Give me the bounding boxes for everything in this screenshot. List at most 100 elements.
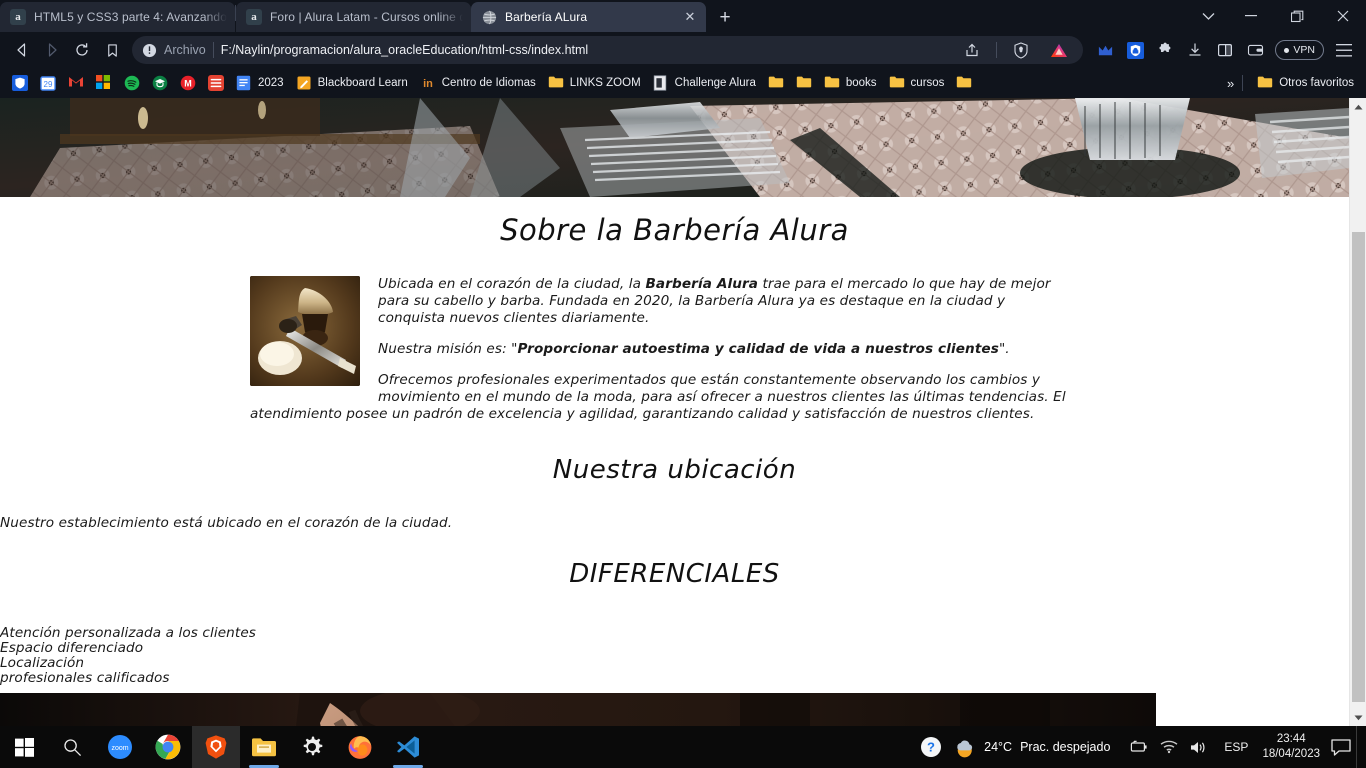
bookmark-centro-de-idiomas[interactable]: in Centro de Idiomas xyxy=(414,72,542,94)
new-tab-button[interactable]: + xyxy=(710,4,740,32)
malwarebytes-icon[interactable] xyxy=(1091,36,1119,64)
hamburger-menu-icon[interactable] xyxy=(1330,36,1358,64)
bookmark-label: 2023 xyxy=(258,77,284,89)
show-desktop-button[interactable] xyxy=(1356,726,1362,768)
page-scrollbar[interactable] xyxy=(1349,98,1366,726)
tab-foro-alura[interactable]: a Foro | Alura Latam - Cursos online de … xyxy=(236,2,471,32)
wallet-icon[interactable] xyxy=(1241,36,1269,64)
taskbar-vscode[interactable] xyxy=(384,726,432,768)
browser-window: a HTML5 y CSS3 parte 4: Avanzando en C a… xyxy=(0,0,1366,726)
globe-icon xyxy=(481,9,497,25)
bitwarden-icon[interactable] xyxy=(1121,36,1149,64)
taskbar-brave[interactable] xyxy=(192,726,240,768)
bookmark-microsoft[interactable] xyxy=(90,72,118,94)
about-p2-c: ". xyxy=(998,341,1010,357)
about-p2-a: Nuestra misión es: " xyxy=(378,341,518,357)
bookmark-otros-favoritos[interactable]: Otros favoritos xyxy=(1251,72,1360,94)
info-circle-icon[interactable] xyxy=(142,43,157,58)
volume-icon[interactable] xyxy=(1189,740,1207,755)
bookmark-links-zoom[interactable]: LINKS ZOOM xyxy=(542,72,647,94)
scroll-up-icon[interactable] xyxy=(1350,98,1366,115)
vpn-button[interactable]: VPN xyxy=(1275,40,1324,60)
file-explorer-icon xyxy=(252,738,276,757)
language-indicator[interactable]: ESP xyxy=(1216,740,1256,754)
bookmark-todoist[interactable] xyxy=(202,72,230,94)
taskbar-file-explorer[interactable] xyxy=(240,726,288,768)
about-section: Ubicada en el corazón de la ciudad, la B… xyxy=(0,276,1349,423)
bookmark-challenge-alura[interactable]: Challenge Alura xyxy=(647,72,762,94)
bookmark-folder-1[interactable] xyxy=(762,72,790,94)
svg-text:M: M xyxy=(184,78,192,88)
windows-start-button[interactable] xyxy=(0,726,48,768)
tab-search-icon[interactable] xyxy=(1188,0,1228,32)
weather-condition: Prac. despejado xyxy=(1020,740,1111,754)
address-bar[interactable]: Archivo F:/Naylin/programacion/alura_ora… xyxy=(132,36,1084,64)
action-center-button[interactable] xyxy=(1326,738,1356,756)
taskbar-clock[interactable]: 23:44 18/04/2023 xyxy=(1256,732,1326,762)
scroll-down-icon[interactable] xyxy=(1350,709,1366,726)
brave-rewards-triangle-icon[interactable] xyxy=(1045,36,1073,64)
bookmarks-overflow-button[interactable]: » xyxy=(1227,76,1234,91)
system-tray-icons xyxy=(1120,740,1216,755)
night-cloud-icon xyxy=(952,736,976,758)
bookmark-label: Challenge Alura xyxy=(674,77,756,89)
shaving-kit-art xyxy=(250,276,360,386)
differentials-list: Atención personalizada a los clientes Es… xyxy=(0,626,1349,686)
wifi-icon[interactable] xyxy=(1160,740,1178,754)
page-body: Sobre la Barbería Alura Ubicada en el co… xyxy=(0,213,1349,726)
reload-icon[interactable] xyxy=(68,36,96,64)
taskbar-chrome[interactable] xyxy=(144,726,192,768)
bookmark-folder-3[interactable] xyxy=(950,72,978,94)
bookmark-bitwarden[interactable] xyxy=(6,72,34,94)
tab-html5-css3[interactable]: a HTML5 y CSS3 parte 4: Avanzando en C xyxy=(0,2,235,32)
bookmark-books[interactable]: books xyxy=(818,72,883,94)
todoist-icon xyxy=(208,75,224,91)
linkedin-icon: in xyxy=(420,75,436,91)
bookmark-cursos[interactable]: cursos xyxy=(883,72,951,94)
bookmark-m[interactable]: M xyxy=(174,72,202,94)
bookmark-label: cursos xyxy=(910,77,945,89)
minimize-button[interactable] xyxy=(1228,0,1274,32)
document-icon xyxy=(653,75,669,91)
bookmark-blackboard-learn[interactable]: Blackboard Learn xyxy=(290,72,414,94)
share-icon[interactable] xyxy=(958,36,986,64)
taskbar-search-button[interactable] xyxy=(48,726,96,768)
close-icon[interactable]: ✕ xyxy=(682,9,698,25)
bookmark-2023[interactable]: 2023 xyxy=(230,72,290,94)
google-chrome-icon xyxy=(155,734,181,760)
omnibox-divider xyxy=(212,42,214,58)
restore-button[interactable] xyxy=(1274,0,1320,32)
bookmark-spotify[interactable] xyxy=(118,72,146,94)
bookmark-folder-2[interactable] xyxy=(790,72,818,94)
download-icon[interactable] xyxy=(1181,36,1209,64)
bookmark-icon[interactable] xyxy=(98,36,126,64)
notepad-pencil-icon xyxy=(296,75,312,91)
hero-banner-image xyxy=(0,98,1349,197)
taskbar-zoom[interactable]: zoom xyxy=(96,726,144,768)
bookmark-label: Blackboard Learn xyxy=(317,77,408,89)
close-button[interactable] xyxy=(1320,0,1366,32)
help-question-button[interactable]: ? xyxy=(916,736,946,758)
bookmark-gmail[interactable] xyxy=(62,72,90,94)
scrollbar-thumb[interactable] xyxy=(1352,232,1365,702)
tab-barberia-alura[interactable]: Barbería ALura ✕ xyxy=(471,2,706,32)
shaving-kit-photo xyxy=(250,276,360,386)
weather-widget[interactable]: 24°C Prac. despejado xyxy=(946,736,1120,758)
puzzle-extensions-icon[interactable] xyxy=(1151,36,1179,64)
battery-icon[interactable] xyxy=(1129,740,1149,754)
sidebar-icon[interactable] xyxy=(1211,36,1239,64)
zoom-icon: zoom xyxy=(108,735,132,759)
notification-icon xyxy=(1331,738,1351,756)
about-p2-strong: Proporcionar autoestima y calidad de vid… xyxy=(517,341,999,357)
back-icon[interactable] xyxy=(8,36,36,64)
m-red-circle-icon: M xyxy=(180,75,196,91)
help-question-icon: ? xyxy=(921,737,942,757)
taskbar-firefox[interactable] xyxy=(336,726,384,768)
bookmark-education[interactable] xyxy=(146,72,174,94)
bookmark-calendar[interactable]: 29 xyxy=(34,72,62,94)
scheme-label: Archivo xyxy=(164,43,206,57)
brave-shields-icon[interactable] xyxy=(1007,36,1035,64)
taskbar-settings[interactable] xyxy=(288,726,336,768)
differentials-section: DIFERENCIALES Atención personalizada a l… xyxy=(0,559,1349,686)
windows-taskbar: zoom ? 24°C Prac. despejado ESP 23:44 18… xyxy=(0,726,1366,768)
